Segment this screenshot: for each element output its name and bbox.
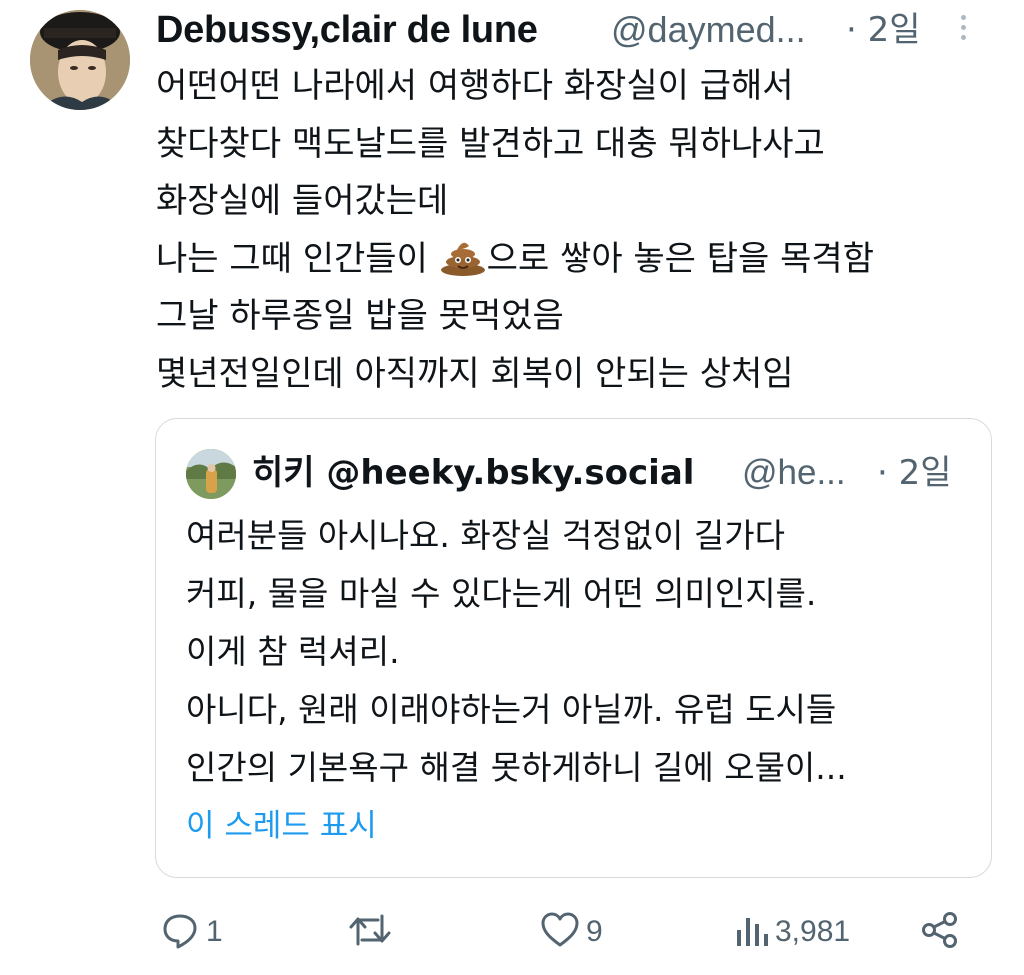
views-icon <box>735 910 769 954</box>
like-count: 9 <box>586 915 603 948</box>
post-header: Debussy,clair de lune @daymed... · 2일 <box>156 4 1004 60</box>
like-button[interactable]: 9 <box>540 910 603 954</box>
quoted-line: 커피, 물을 마실 수 있다는게 어떤 의미인지를. <box>186 574 817 613</box>
author-handle[interactable]: @daymed... <box>611 4 806 56</box>
quoted-author-avatar[interactable] <box>186 449 236 499</box>
reply-icon <box>160 910 200 954</box>
repost-button[interactable] <box>348 910 398 954</box>
post-line: 나는 그때 인간들이 으로 쌓아 놓은 탑을 목격함 <box>156 231 996 289</box>
post-line: 몇년전일인데 아직까지 회복이 안되는 상처임 <box>156 353 794 394</box>
post-line: 어떤어떤 나라에서 여행하다 화장실이 급해서 <box>156 66 794 106</box>
post-body: 어떤어떤 나라에서 여행하다 화장실이 급해서 찾다찾다 맥도날드를 발견하고 … <box>156 58 996 403</box>
quoted-author-name[interactable]: 히키 @heeky.bsky.social <box>252 445 694 501</box>
views-button[interactable]: 3,981 <box>735 910 850 954</box>
quoted-line: 여러분들 아시나요. 화장실 걱정없이 길가다 <box>186 516 785 555</box>
quoted-author-handle[interactable]: @he... <box>742 445 846 501</box>
show-thread-link[interactable]: 이 스레드 표시 <box>186 803 377 849</box>
quoted-timestamp[interactable]: · 2일 <box>877 445 952 501</box>
action-bar: 1 9 3,981 <box>0 900 1024 964</box>
quoted-line: 인간의 기본욕구 해결 못하게하니 길에 오물이... <box>186 748 847 787</box>
share-button[interactable] <box>920 910 960 954</box>
post-line-text: 으로 쌓아 놓은 탑을 목격함 <box>486 238 874 279</box>
poop-emoji-icon <box>439 236 487 276</box>
post-timestamp[interactable]: · 2일 <box>846 4 921 56</box>
avatar-illustration <box>30 10 130 110</box>
post-line: 화장실에 들어갔는데 <box>156 181 449 221</box>
post-line: 찾다찾다 맥도날드를 발견하고 대충 뭐하나사고 <box>156 123 825 164</box>
reply-count: 1 <box>206 915 223 948</box>
post-line: 그날 하루종일 밥을 못먹었음 <box>156 296 564 336</box>
quoted-avatar-photo <box>186 449 236 499</box>
reply-button[interactable]: 1 <box>160 910 223 954</box>
like-icon <box>540 910 580 954</box>
author-avatar[interactable] <box>30 10 130 110</box>
post-line-text: 나는 그때 인간들이 <box>156 238 439 279</box>
quoted-line: 이게 참 럭셔리. <box>186 632 400 671</box>
quoted-line: 아니다, 원래 이래야하는거 아닐까. 유럽 도시들 <box>186 690 837 729</box>
more-options-icon[interactable] <box>960 15 968 45</box>
quoted-post-body: 여러분들 아시나요. 화장실 걱정없이 길가다 커피, 물을 마실 수 있다는게… <box>186 507 976 797</box>
quoted-post-card[interactable]: 히키 @heeky.bsky.social @he... · 2일 여러분들 아… <box>155 418 992 878</box>
repost-icon <box>348 910 392 954</box>
author-display-name[interactable]: Debussy,clair de lune <box>156 4 538 56</box>
views-count: 3,981 <box>775 915 851 948</box>
share-icon <box>920 910 960 954</box>
